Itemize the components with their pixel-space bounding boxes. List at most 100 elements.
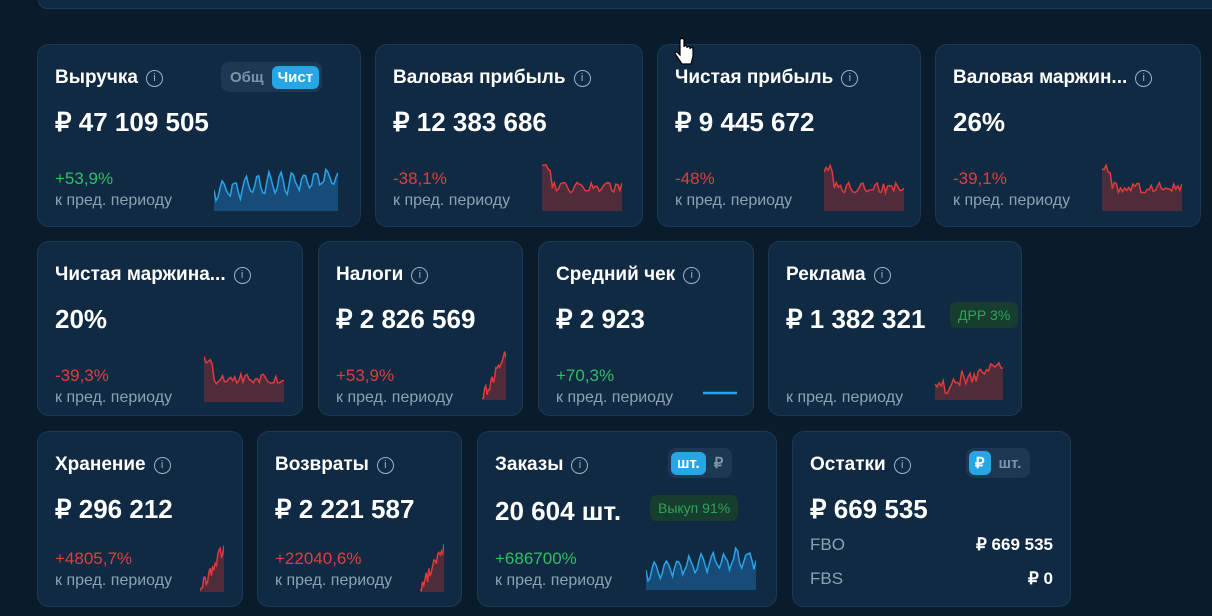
card-returns[interactable]: Возвраты i ₽ 2 221 587 +22040,6% к пред. … — [257, 431, 462, 607]
sparkline — [204, 356, 284, 402]
sparkline-area — [935, 362, 1003, 400]
card-gross-margin[interactable]: Валовая маржин... i 26% -39,1% к пред. пе… — [935, 44, 1201, 227]
card-title: Заказы i — [495, 454, 589, 476]
card-title: Хранение i — [55, 454, 171, 476]
card-value: ₽ 47 109 505 — [55, 107, 209, 137]
card-title: Налоги i — [336, 264, 429, 286]
card-value: 20% — [55, 304, 108, 334]
card-gross-profit[interactable]: Валовая прибыль i ₽ 12 383 686 -38,1% к п… — [375, 44, 643, 227]
toggle-rub[interactable]: ₽ — [969, 451, 991, 475]
fbo-value: ₽ 669 535 — [976, 535, 1053, 554]
card-avg-check[interactable]: Средний чек i ₽ 2 923 +70,3% к пред. пери… — [538, 241, 754, 416]
card-subtext: к пред. периоду — [786, 389, 904, 406]
sparkline — [482, 351, 506, 400]
sparkline — [824, 163, 904, 211]
sparkline-area — [1102, 165, 1182, 211]
card-title: Валовая маржин... i — [953, 67, 1153, 89]
card-value: ₽ 669 535 — [810, 494, 928, 524]
card-orders[interactable]: Заказы i шт. ₽ 20 604 шт. Выкуп 91% +6867… — [477, 431, 777, 607]
card-title: Выручка i — [55, 67, 163, 89]
card-title: Реклама i — [786, 264, 891, 286]
card-change: +53,9% — [336, 366, 395, 385]
card-change: +70,3% — [556, 366, 615, 385]
stock-unit-toggle[interactable]: ₽ шт. — [966, 448, 1031, 478]
card-change: +686700% — [495, 549, 577, 568]
info-icon[interactable]: i — [1135, 70, 1153, 87]
hand-pointer-icon — [674, 38, 694, 65]
card-value: ₽ 9 445 672 — [675, 107, 815, 137]
card-subtext: к пред. периоду — [55, 572, 173, 589]
card-value: 26% — [953, 107, 1006, 137]
card-change: -48% — [675, 169, 715, 188]
card-value: ₽ 1 382 321 — [786, 304, 926, 334]
sparkline — [646, 546, 756, 590]
card-value: ₽ 12 383 686 — [393, 107, 547, 137]
card-title: Чистая прибыль i — [675, 67, 859, 89]
revenue-mode-toggle[interactable]: Общ Чист — [221, 62, 323, 92]
info-icon[interactable]: i — [376, 457, 394, 474]
card-storage[interactable]: Хранение i ₽ 296 212 +4805,7% к пред. пер… — [37, 431, 243, 607]
toggle-pieces[interactable]: шт. — [993, 452, 1028, 475]
card-stock[interactable]: Остатки i ₽ шт. ₽ 669 535 FBO ₽ 669 535 F… — [792, 431, 1071, 607]
card-title: Валовая прибыль i — [393, 67, 591, 89]
card-subtext: к пред. периоду — [55, 389, 173, 406]
sparkline-area — [542, 164, 622, 211]
card-value: ₽ 2 923 — [556, 304, 645, 334]
card-title: Остатки i — [810, 454, 911, 476]
card-title: Средний чек i — [556, 264, 701, 286]
info-icon[interactable]: i — [873, 267, 891, 284]
sparkline-line — [204, 356, 284, 386]
info-icon[interactable]: i — [683, 267, 701, 284]
card-subtext: к пред. периоду — [953, 192, 1071, 209]
card-change: +4805,7% — [55, 549, 133, 568]
card-subtext: к пред. периоду — [336, 389, 454, 406]
card-subtext: к пред. периоду — [393, 192, 511, 209]
card-subtext: к пред. периоду — [495, 572, 613, 589]
info-icon[interactable]: i — [571, 457, 589, 474]
fbs-value: ₽ 0 — [1028, 569, 1053, 588]
toggle-pieces[interactable]: шт. — [671, 451, 706, 475]
card-change: +53,9% — [55, 169, 114, 188]
info-icon[interactable]: i — [893, 457, 911, 474]
card-title: Возвраты i — [275, 454, 394, 476]
sparkline — [542, 163, 622, 211]
fbo-label: FBO — [810, 535, 845, 554]
card-change: -39,1% — [953, 169, 1007, 188]
info-icon[interactable]: i — [573, 70, 591, 87]
info-icon[interactable]: i — [841, 70, 859, 87]
sparkline — [935, 361, 1003, 400]
card-subtext: к пред. периоду — [556, 389, 674, 406]
info-icon[interactable]: i — [233, 267, 251, 284]
card-taxes[interactable]: Налоги i ₽ 2 826 569 +53,9% к пред. перио… — [318, 241, 523, 416]
top-panel-edge — [38, 0, 1212, 9]
info-icon[interactable]: i — [145, 70, 163, 87]
card-value: 20 604 шт. — [495, 496, 622, 526]
card-value: ₽ 296 212 — [55, 494, 173, 524]
sparkline — [1102, 163, 1182, 211]
card-value: ₽ 2 826 569 — [336, 304, 476, 334]
card-net-profit[interactable]: Чистая прибыль i ₽ 9 445 672 -48% к пред.… — [657, 44, 921, 227]
info-icon[interactable]: i — [153, 457, 171, 474]
toggle-rub[interactable]: ₽ — [708, 451, 730, 475]
sparkline — [703, 391, 737, 395]
toggle-net[interactable]: Чист — [271, 65, 320, 89]
card-subtext: к пред. периоду — [55, 192, 173, 209]
card-subtext: к пред. периоду — [275, 572, 393, 589]
card-net-margin[interactable]: Чистая маржина... i 20% -39,3% к пред. пе… — [37, 241, 303, 416]
drr-badge: ДРР 3% — [950, 302, 1019, 328]
fbs-label: FBS — [810, 569, 844, 588]
card-change: +22040,6% — [275, 549, 362, 568]
toggle-gross[interactable]: Общ — [224, 66, 270, 89]
card-revenue[interactable]: Выручка i Общ Чист ₽ 47 109 505 +53,9% к … — [37, 44, 361, 227]
card-value: ₽ 2 221 587 — [275, 494, 415, 524]
card-title: Чистая маржина... i — [55, 264, 251, 286]
sparkline — [214, 167, 338, 211]
card-change: -39,3% — [55, 366, 109, 385]
card-subtext: к пред. периоду — [675, 192, 793, 209]
card-ads[interactable]: Реклама i ₽ 1 382 321 ДРР 3% к пред. пери… — [768, 241, 1022, 416]
orders-unit-toggle[interactable]: шт. ₽ — [668, 448, 733, 478]
sparkline — [420, 543, 444, 592]
card-change: -38,1% — [393, 169, 447, 188]
info-icon[interactable]: i — [411, 267, 429, 284]
sparkline — [200, 545, 224, 592]
